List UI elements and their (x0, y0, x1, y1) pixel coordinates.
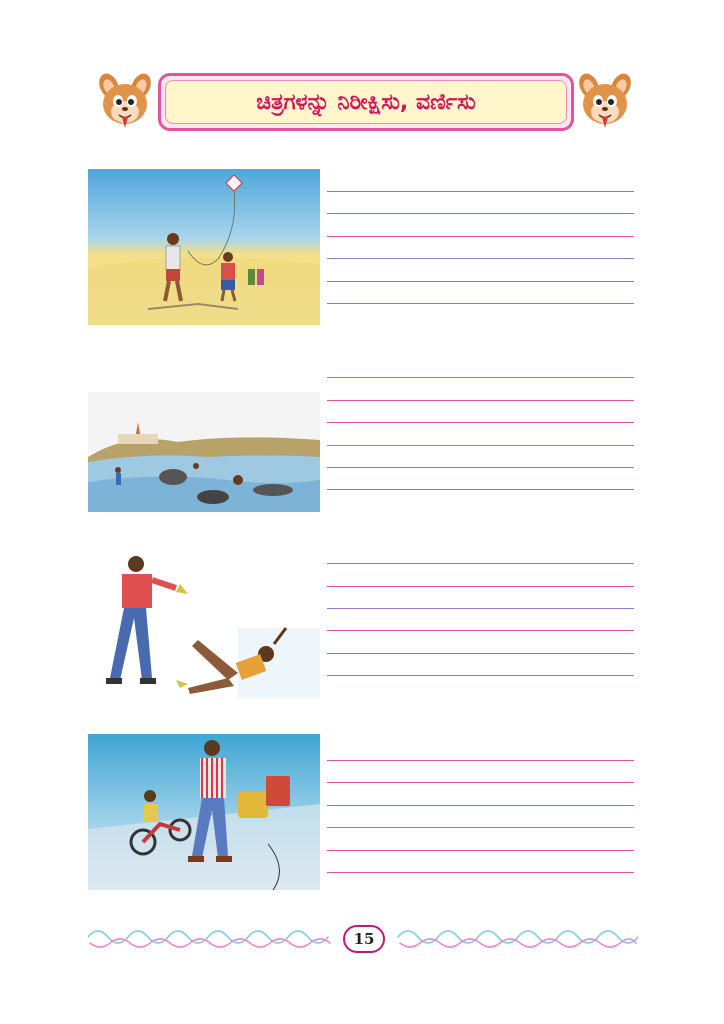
page-header: ಚಿತ್ರಗಳನ್ನು ನಿರೀಕ್ಷಿಸು, ವರ್ಣಿಸು (95, 70, 635, 132)
page-title: ಚಿತ್ರಗಳನ್ನು ನಿರೀಕ್ಷಿಸು, ವರ್ಣಿಸು (256, 89, 476, 115)
chipmunk-mascot-icon (575, 70, 635, 132)
writing-line[interactable] (327, 563, 634, 564)
writing-line[interactable] (327, 303, 634, 304)
page-footer: 15 (87, 921, 639, 955)
writing-line[interactable] (327, 467, 634, 468)
chipmunk-mascot-icon (95, 70, 155, 132)
writing-line[interactable] (327, 760, 634, 761)
writing-line[interactable] (327, 630, 634, 631)
writing-line[interactable] (327, 258, 634, 259)
writing-line[interactable] (327, 191, 634, 192)
writing-line[interactable] (327, 653, 634, 654)
writing-line[interactable] (327, 586, 634, 587)
writing-line[interactable] (327, 608, 634, 609)
writing-line[interactable] (327, 281, 634, 282)
writing-line[interactable] (327, 422, 634, 423)
writing-line[interactable] (327, 236, 634, 237)
writing-line[interactable] (327, 782, 634, 783)
writing-line[interactable] (327, 400, 634, 401)
writing-line[interactable] (327, 872, 634, 873)
exercise-river (88, 362, 636, 520)
writing-line[interactable] (327, 377, 634, 378)
exercise-kite (88, 169, 636, 327)
writing-line[interactable] (327, 827, 634, 828)
writing-line[interactable] (327, 850, 634, 851)
kite-flying-illustration (88, 169, 320, 325)
river-bathing-illustration (88, 362, 320, 518)
writing-line[interactable] (327, 213, 634, 214)
page-number: 15 (343, 925, 385, 953)
phone-road-crossing-illustration (88, 734, 320, 890)
writing-line[interactable] (327, 445, 634, 446)
exercise-road-crossing (88, 734, 636, 892)
banana-peel-slip-illustration (88, 548, 320, 704)
writing-line[interactable] (327, 805, 634, 806)
writing-line[interactable] (327, 489, 634, 490)
exercise-banana-peel (88, 548, 636, 706)
title-banner: ಚಿತ್ರಗಳನ್ನು ನಿರೀಕ್ಷಿಸು, ವರ್ಣಿಸು (158, 73, 574, 131)
writing-line[interactable] (327, 675, 634, 676)
